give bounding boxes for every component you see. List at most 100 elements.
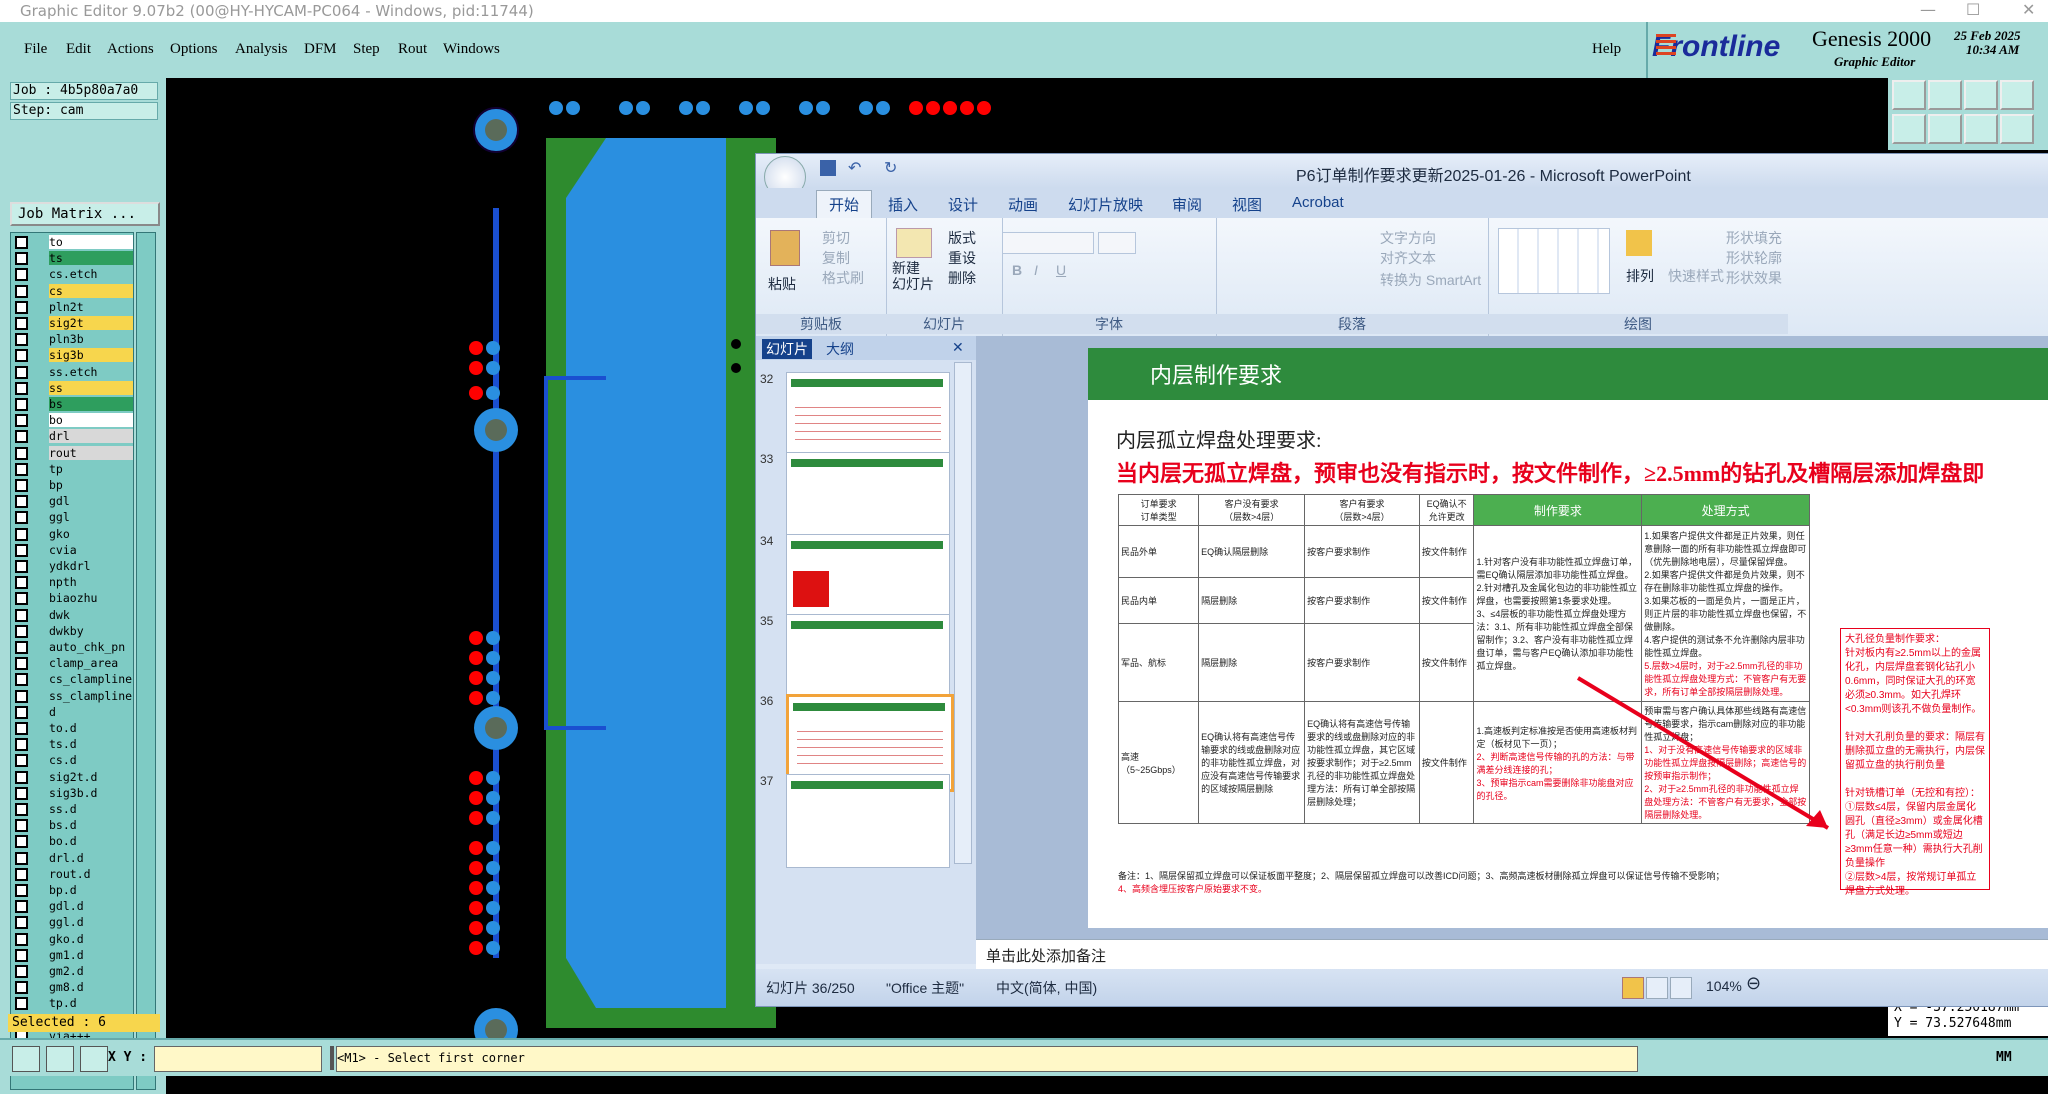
minimize-button[interactable]: — <box>1920 0 1936 19</box>
layer-checkbox[interactable] <box>15 981 28 995</box>
save-icon[interactable] <box>820 160 836 176</box>
layer-checkbox[interactable] <box>15 641 28 654</box>
layer-row[interactable]: tp <box>11 461 133 476</box>
layer-row[interactable]: ss.d <box>11 802 133 816</box>
layer-row[interactable]: ydkdrl <box>11 559 133 573</box>
menu-options[interactable]: Options <box>170 41 218 58</box>
layer-row[interactable]: biaozhu <box>11 591 133 606</box>
layer-checkbox[interactable] <box>15 900 28 914</box>
layer-row[interactable]: gko.d <box>11 931 133 946</box>
layer-name[interactable]: bs <box>49 397 133 411</box>
layer-checkbox[interactable] <box>15 268 28 282</box>
xy-input[interactable] <box>154 1046 322 1072</box>
menu-help[interactable]: Help <box>1592 41 1621 58</box>
layer-checkbox[interactable] <box>15 689 28 703</box>
layer-name[interactable]: ss <box>49 380 133 395</box>
reset-button[interactable]: 重设 <box>948 248 976 268</box>
shape-effects-button[interactable]: 形状效果 <box>1726 268 1782 288</box>
font-size-select[interactable] <box>1098 232 1136 254</box>
layer-checkbox[interactable] <box>15 948 28 962</box>
layer-name[interactable]: pln2t <box>49 299 133 314</box>
text-direction-button[interactable]: 文字方向 <box>1380 228 1436 248</box>
layer-row[interactable]: sig3b.d <box>11 785 133 800</box>
layer-row[interactable]: auto_chk_pn <box>11 640 133 654</box>
layer-name[interactable]: bo.d <box>49 834 133 849</box>
layer-checkbox[interactable] <box>15 576 28 590</box>
arrange-button[interactable]: 排列 <box>1626 266 1654 286</box>
notes-pane[interactable]: 单击此处添加备注 <box>976 939 2048 970</box>
slideshow-view-icon[interactable] <box>1670 977 1692 999</box>
layer-checkbox[interactable] <box>15 462 28 476</box>
layer-row[interactable]: bo <box>11 413 133 428</box>
layer-row[interactable]: ts <box>11 251 133 266</box>
layer-checkbox[interactable] <box>15 738 28 752</box>
layer-row[interactable]: dwk <box>11 607 133 622</box>
layer-name[interactable]: biaozhu <box>49 591 133 606</box>
arrange-icon[interactable] <box>1626 230 1652 256</box>
italic-icon[interactable]: I <box>1034 262 1038 278</box>
layer-checkbox[interactable] <box>15 657 28 671</box>
layer-checkbox[interactable] <box>15 916 28 930</box>
layer-name[interactable]: ss.d <box>49 802 133 816</box>
layer-checkbox[interactable] <box>15 803 28 816</box>
font-name-select[interactable] <box>1002 232 1094 254</box>
layer-name[interactable]: bp <box>49 478 133 492</box>
tab-outline[interactable]: 大纲 <box>826 339 854 359</box>
layer-checkbox[interactable] <box>15 414 28 428</box>
toolbar-left-icon[interactable] <box>1892 114 1926 144</box>
menu-edit[interactable]: Edit <box>66 41 91 58</box>
bold-icon[interactable]: B <box>1012 262 1022 278</box>
layer-row[interactable]: ss.etch <box>11 364 133 379</box>
layer-scrollbar[interactable] <box>136 232 156 1090</box>
layer-row[interactable]: rout.d <box>11 866 133 881</box>
menu-actions[interactable]: Actions <box>107 41 154 58</box>
layer-row[interactable]: gdl.d <box>11 899 133 914</box>
layer-name[interactable]: to.d <box>49 721 133 735</box>
thumb-scrollbar[interactable] <box>954 362 972 864</box>
layer-checkbox[interactable] <box>15 236 28 249</box>
layer-checkbox[interactable] <box>15 867 28 881</box>
layer-row[interactable]: gdl <box>11 494 133 509</box>
zoom-out-icon[interactable]: ⊖ <box>1746 973 1761 994</box>
layer-row[interactable]: clamp_area <box>11 656 133 671</box>
layer-row[interactable]: cs_clampline <box>11 672 133 687</box>
layer-name[interactable]: clamp_area <box>49 656 133 671</box>
layer-row[interactable]: bp.d <box>11 883 133 897</box>
layer-name[interactable]: sig2t.d <box>49 769 133 784</box>
tab-home[interactable]: 开始 <box>816 190 873 221</box>
layer-row[interactable]: pln2t <box>11 299 133 314</box>
slide-thumbnail[interactable] <box>786 452 950 546</box>
layer-checkbox[interactable] <box>15 333 28 347</box>
layer-checkbox[interactable] <box>15 965 28 978</box>
layer-row[interactable]: ggl.d <box>11 915 133 930</box>
menu-step[interactable]: Step <box>353 41 380 58</box>
layer-checkbox[interactable] <box>15 997 28 1011</box>
layer-name[interactable]: dwk <box>49 607 133 622</box>
layer-name[interactable]: sig2t <box>49 316 133 330</box>
select-tool-icon[interactable] <box>12 1046 40 1072</box>
close-pane-icon[interactable]: ✕ <box>952 339 964 356</box>
paste-button[interactable]: 粘贴 <box>768 274 796 294</box>
layer-name[interactable]: sig3b <box>49 348 133 363</box>
layer-row[interactable]: d <box>11 704 133 719</box>
layer-checkbox[interactable] <box>15 722 28 735</box>
layer-name[interactable]: bp.d <box>49 883 133 897</box>
layer-name[interactable]: gko <box>49 526 133 541</box>
layer-row[interactable]: tp.d <box>11 996 133 1011</box>
shapes-gallery[interactable] <box>1498 228 1610 294</box>
layer-row[interactable]: pln3b <box>11 332 133 347</box>
layer-row[interactable]: rout <box>11 445 133 460</box>
layer-checkbox[interactable] <box>15 608 28 622</box>
layer-name[interactable]: gm2.d <box>49 964 133 978</box>
layer-checkbox[interactable] <box>15 673 28 687</box>
layer-checkbox[interactable] <box>15 884 28 897</box>
tab-slides[interactable]: 幻灯片 <box>762 339 812 359</box>
menu-rout[interactable]: Rout <box>398 41 427 58</box>
shape-outline-button[interactable]: 形状轮廓 <box>1726 248 1782 268</box>
quick-styles-button[interactable]: 快速样式 <box>1668 266 1724 286</box>
new-slide-button[interactable]: 新建 幻灯片 <box>892 260 934 292</box>
layer-checkbox[interactable] <box>15 624 28 638</box>
layer-row[interactable]: to.d <box>11 721 133 735</box>
layer-checkbox[interactable] <box>15 284 28 298</box>
layer-checkbox[interactable] <box>15 560 28 573</box>
